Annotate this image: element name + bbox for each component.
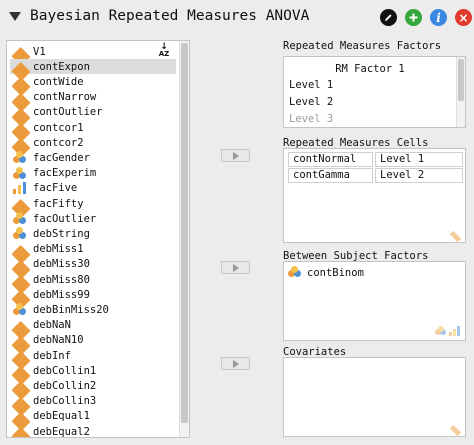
rm-factor-name[interactable]: RM Factor 1 [284, 63, 456, 75]
variable-item[interactable]: contWide [10, 74, 176, 97]
nominal-icon [13, 303, 27, 316]
rm-cell-level: Level 2 [375, 168, 463, 183]
variable-label: debMiss1 [33, 243, 84, 256]
nominal-icon [13, 212, 27, 225]
close-analysis-button[interactable]: × [455, 9, 472, 26]
rm-factors-scrollbar[interactable] [456, 57, 465, 127]
variable-label: debMiss30 [33, 258, 90, 271]
variable-item[interactable]: debString [10, 226, 176, 241]
variable-label: debBinMiss20 [33, 303, 109, 316]
collapse-arrow-icon[interactable] [9, 12, 21, 21]
rm-factors-box[interactable]: RM Factor 1 Level 1 Level 2 Level 3 [283, 56, 466, 128]
rm-factors-label: Repeated Measures Factors [283, 40, 442, 52]
variable-item[interactable]: facFifty [10, 196, 176, 219]
analysis-header: Bayesian Repeated Measures ANOVA i × [0, 0, 474, 34]
variable-label: debNaN10 [33, 334, 84, 347]
variable-label: debMiss80 [33, 273, 90, 286]
edit-title-button[interactable] [380, 9, 397, 26]
variable-label: facExperim [33, 167, 97, 180]
rm-cell-variable[interactable]: contGamma [288, 168, 373, 183]
variable-label: facGender [33, 151, 90, 164]
variable-item[interactable]: debEqual2 [10, 424, 176, 438]
variable-item[interactable]: contcor1 [10, 120, 176, 143]
variable-item[interactable]: debNaN10 [10, 333, 176, 355]
variable-item[interactable]: V1 [10, 44, 176, 67]
variable-item[interactable]: debMiss80 [10, 272, 176, 295]
nominal-icon [13, 151, 27, 164]
variable-item[interactable]: contcor2 [10, 135, 176, 158]
info-button[interactable]: i [430, 9, 447, 26]
ordinal-icon [13, 181, 27, 195]
variable-label: V1 [33, 45, 46, 58]
variable-label: debNaN [33, 319, 71, 332]
variable-label: debString [33, 227, 90, 240]
variable-item[interactable]: debCollin1 [10, 363, 176, 386]
variable-label: contOutlier [33, 106, 103, 119]
rm-cell-variable[interactable]: contNormal [288, 152, 373, 167]
rm-level-1[interactable]: Level 1 [289, 79, 333, 91]
nominal-type-icon [435, 326, 447, 336]
variable-item[interactable]: facFive [10, 181, 176, 196]
rm-level-2[interactable]: Level 2 [289, 96, 333, 108]
sort-icon[interactable]: ↓ AZ [157, 43, 171, 58]
variable-label: debMiss99 [33, 288, 90, 301]
assign-between-factors-button[interactable] [221, 261, 250, 274]
ordinal-type-icon [449, 326, 461, 336]
variable-item[interactable]: debBinMiss20 [10, 302, 176, 317]
assign-covariates-button[interactable] [221, 357, 250, 370]
between-factors-box[interactable]: contBinom [283, 261, 466, 341]
variable-label: facFifty [33, 197, 84, 210]
variable-label: debInf [33, 349, 71, 362]
list-item-label: contBinom [307, 266, 364, 279]
variable-item[interactable]: debNaN [10, 318, 176, 340]
variable-item[interactable]: debCollin3 [10, 394, 176, 416]
covariates-box[interactable] [283, 357, 466, 437]
assign-rm-cells-button[interactable] [221, 149, 250, 162]
variable-item[interactable]: debMiss99 [10, 287, 176, 310]
plus-icon [409, 13, 418, 22]
nominal-icon [13, 166, 27, 180]
variables-list[interactable]: V1 contExpon contWide contNarrow contOutlier… [6, 40, 190, 438]
variable-label: contcor2 [33, 136, 84, 149]
nominal-icon [13, 227, 27, 240]
variable-label: contNarrow [33, 91, 97, 104]
variable-item[interactable]: facExperim [10, 166, 176, 181]
rm-cell-level: Level 1 [375, 152, 463, 167]
variable-item[interactable]: debEqual1 [10, 409, 176, 431]
variable-item[interactable]: facGender [10, 150, 176, 165]
variable-label: contExpon [33, 60, 90, 73]
variable-item[interactable]: contNarrow [10, 90, 176, 112]
variables-scrollbar-thumb[interactable] [181, 43, 188, 423]
variable-label: contWide [33, 75, 84, 88]
variable-item[interactable]: debMiss30 [10, 257, 176, 279]
variable-label: debEqual2 [33, 425, 90, 438]
variable-item[interactable]: facOutlier [10, 211, 176, 226]
rm-cells-box[interactable]: contNormal Level 1 contGamma Level 2 [283, 148, 466, 243]
scale-type-icon [449, 230, 462, 243]
variable-item[interactable]: debInf [10, 348, 176, 371]
variable-label: debCollin2 [33, 379, 97, 392]
variable-item[interactable]: debMiss1 [10, 242, 176, 264]
variable-label: facFive [33, 182, 78, 195]
analysis-title: Bayesian Repeated Measures ANOVA [30, 8, 310, 24]
variable-label: contcor1 [33, 121, 84, 134]
pencil-icon [385, 14, 392, 21]
variable-item[interactable]: contExpon [10, 59, 176, 82]
list-item[interactable]: contBinom [288, 265, 364, 280]
variables-scrollbar[interactable] [179, 41, 189, 437]
variable-label: debCollin3 [33, 395, 97, 408]
rm-factors-scrollbar-thumb[interactable] [458, 59, 464, 101]
variable-label: facOutlier [33, 212, 97, 225]
variable-label: debCollin1 [33, 364, 97, 377]
rm-level-new[interactable]: Level 3 [289, 113, 333, 125]
duplicate-analysis-button[interactable] [405, 9, 422, 26]
variable-item[interactable]: contOutlier [10, 105, 176, 127]
variable-item[interactable]: debCollin2 [10, 378, 176, 401]
scale-icon [11, 426, 31, 437]
variable-label: debEqual1 [33, 410, 90, 423]
scale-type-icon [449, 424, 462, 437]
nominal-icon [288, 266, 302, 279]
